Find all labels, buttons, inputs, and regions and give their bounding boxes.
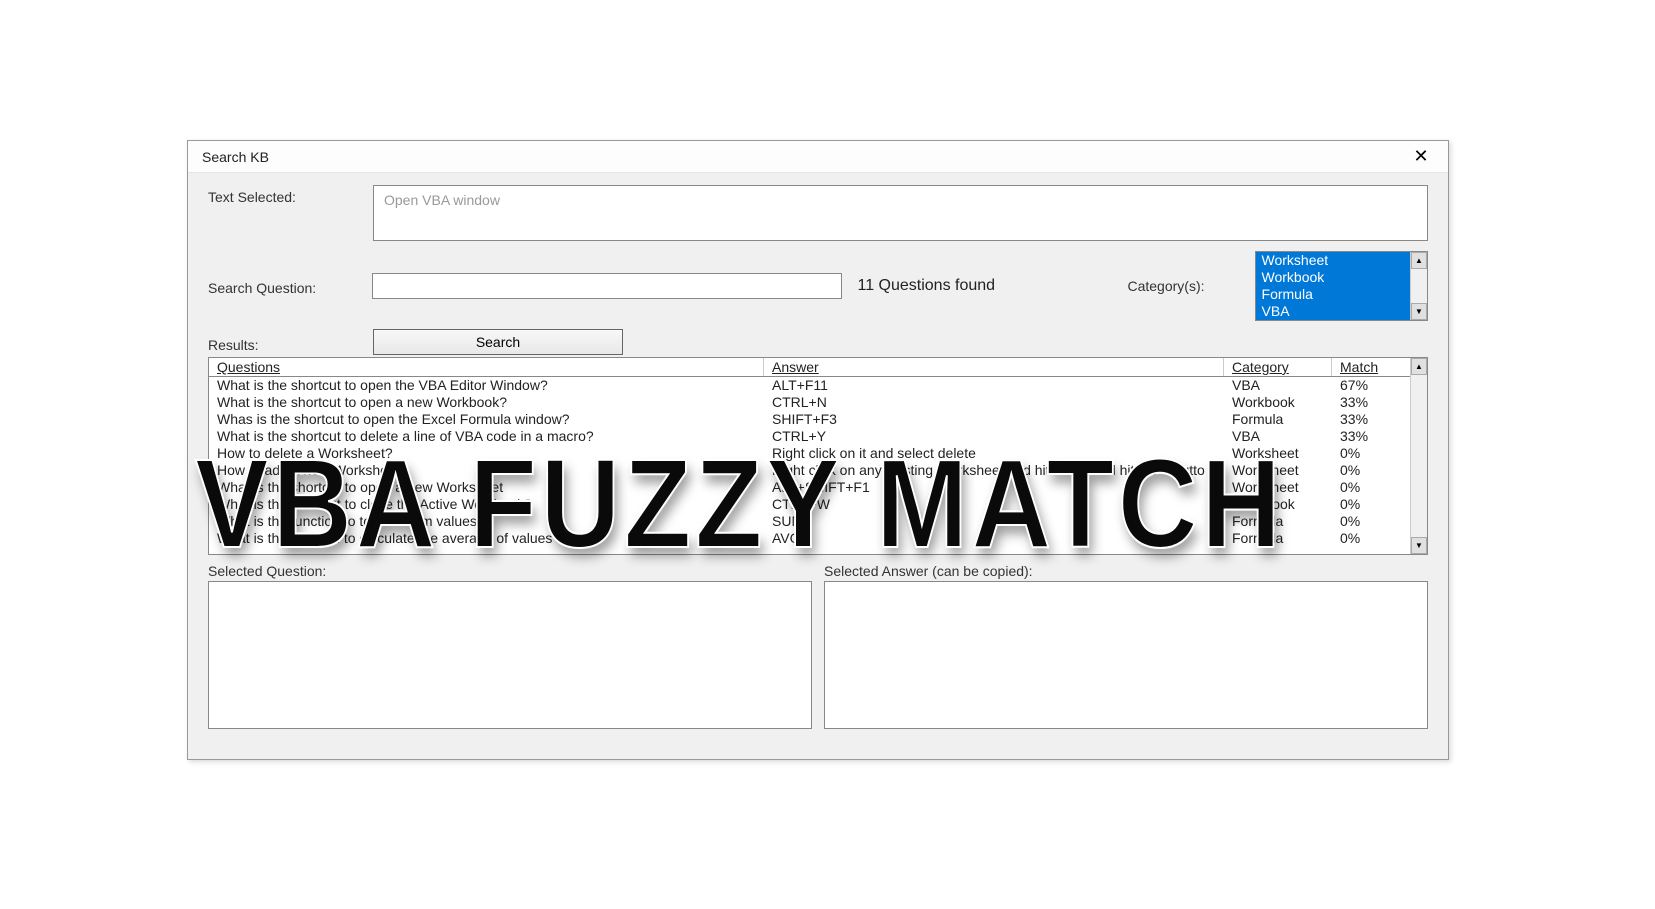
table-cell: 33%	[1332, 428, 1402, 445]
table-cell: Right click on any existing Worksheet an…	[764, 462, 1224, 479]
table-cell: What is the shortcut to delete a line of…	[209, 428, 764, 445]
dialog-title: Search KB	[202, 149, 269, 165]
table-cell: Right click on it and select delete	[764, 445, 1224, 462]
selected-answer-box[interactable]	[824, 581, 1428, 729]
table-row[interactable]: How to delete a Worksheet?Right click on…	[209, 445, 1410, 462]
search-question-label: Search Question:	[208, 276, 372, 296]
table-cell: AVG	[764, 530, 1224, 547]
grid-scrollbar: ▲ ▼	[1410, 358, 1427, 554]
table-cell: SHIFT+F3	[764, 411, 1224, 428]
grid-header: Questions Answer Category Match	[209, 358, 1410, 377]
search-kb-dialog: Search KB ✕ Text Selected: Open VBA wind…	[187, 140, 1449, 760]
table-cell: Worksheet	[1224, 462, 1332, 479]
scroll-up-icon[interactable]: ▲	[1411, 358, 1427, 375]
selected-question-col: Selected Question:	[208, 563, 812, 729]
search-button[interactable]: Search	[373, 329, 623, 355]
table-cell: What is the shortcut to close the Active…	[209, 496, 764, 513]
table-cell: VBA	[1224, 377, 1332, 394]
table-cell: What is the function to calculate the av…	[209, 530, 764, 547]
table-cell: SUM	[764, 513, 1224, 530]
questions-found-text: 11 Questions found	[857, 277, 1127, 295]
search-question-input[interactable]	[372, 273, 843, 299]
table-cell: Formula	[1224, 530, 1332, 547]
table-cell: ALT+F11	[764, 377, 1224, 394]
table-cell: ALT+SHIFT+F1	[764, 479, 1224, 496]
table-cell: Workbook	[1224, 394, 1332, 411]
table-row[interactable]: What is the function to calculate the av…	[209, 530, 1410, 547]
table-cell: 0%	[1332, 462, 1402, 479]
selected-answer-col: Selected Answer (can be copied):	[824, 563, 1428, 729]
table-cell: 0%	[1332, 513, 1402, 530]
table-cell: How to delete a Worksheet?	[209, 445, 764, 462]
dialog-content: Text Selected: Open VBA window Search Qu…	[188, 173, 1448, 739]
category-items: Worksheet Workbook Formula VBA	[1256, 252, 1410, 320]
category-item-worksheet[interactable]: Worksheet	[1256, 252, 1410, 269]
table-cell: VBA	[1224, 428, 1332, 445]
table-row[interactable]: How to add a new Worksheet?Right click o…	[209, 462, 1410, 479]
category-label: Category(s):	[1127, 278, 1204, 294]
category-scrollbar: ▲ ▼	[1410, 252, 1427, 320]
header-category[interactable]: Category	[1224, 358, 1332, 376]
table-cell: CTRL+Y	[764, 428, 1224, 445]
selected-question-box[interactable]	[208, 581, 812, 729]
table-cell: 0%	[1332, 530, 1402, 547]
table-cell: What is the function to total or sum val…	[209, 513, 764, 530]
text-selected-row: Text Selected: Open VBA window	[208, 185, 1428, 241]
scroll-down-icon[interactable]: ▼	[1411, 303, 1427, 320]
text-selected-label: Text Selected:	[208, 185, 373, 205]
grid-rows-container: What is the shortcut to open the VBA Edi…	[209, 377, 1410, 547]
category-listbox[interactable]: Worksheet Workbook Formula VBA ▲ ▼	[1255, 251, 1428, 321]
header-questions[interactable]: Questions	[209, 358, 764, 376]
bottom-row: Selected Question: Selected Answer (can …	[208, 563, 1428, 729]
table-row[interactable]: What is the shortcut to open a new Works…	[209, 479, 1410, 496]
scroll-down-icon[interactable]: ▼	[1411, 537, 1427, 554]
results-grid: Questions Answer Category Match What is …	[208, 357, 1428, 555]
table-cell: How to add a new Worksheet?	[209, 462, 764, 479]
category-item-formula[interactable]: Formula	[1256, 286, 1410, 303]
category-item-vba[interactable]: VBA	[1256, 303, 1410, 320]
table-cell: Worksheet	[1224, 479, 1332, 496]
table-row[interactable]: What is the shortcut to delete a line of…	[209, 428, 1410, 445]
table-cell: 0%	[1332, 479, 1402, 496]
table-cell: 33%	[1332, 394, 1402, 411]
table-row[interactable]: What is the function to total or sum val…	[209, 513, 1410, 530]
table-cell: Formula	[1224, 513, 1332, 530]
table-cell: CTRL+N	[764, 394, 1224, 411]
table-row[interactable]: What is the shortcut to close the Active…	[209, 496, 1410, 513]
search-question-row: Search Question: 11 Questions found Cate…	[208, 251, 1428, 321]
table-cell: Formula	[1224, 411, 1332, 428]
table-cell: What is the shortcut to open a new Workb…	[209, 394, 764, 411]
table-row[interactable]: Whas is the shortcut to open the Excel F…	[209, 411, 1410, 428]
table-row[interactable]: What is the shortcut to open a new Workb…	[209, 394, 1410, 411]
table-cell: 0%	[1332, 496, 1402, 513]
table-cell: What is the shortcut to open the VBA Edi…	[209, 377, 764, 394]
table-cell: What is the shortcut to open a new Works…	[209, 479, 764, 496]
grid-body: Questions Answer Category Match What is …	[209, 358, 1410, 554]
table-cell: 33%	[1332, 411, 1402, 428]
table-cell: Workbook	[1224, 496, 1332, 513]
close-button[interactable]: ✕	[1406, 145, 1436, 169]
scroll-up-icon[interactable]: ▲	[1411, 252, 1427, 269]
table-cell: 0%	[1332, 445, 1402, 462]
header-answer[interactable]: Answer	[764, 358, 1224, 376]
table-cell: Worksheet	[1224, 445, 1332, 462]
table-row[interactable]: What is the shortcut to open the VBA Edi…	[209, 377, 1410, 394]
text-selected-box[interactable]: Open VBA window	[373, 185, 1428, 241]
category-item-workbook[interactable]: Workbook	[1256, 269, 1410, 286]
table-cell: CTRL+W	[764, 496, 1224, 513]
table-cell: 67%	[1332, 377, 1402, 394]
table-cell: Whas is the shortcut to open the Excel F…	[209, 411, 764, 428]
selected-answer-label: Selected Answer (can be copied):	[824, 563, 1428, 579]
selected-question-label: Selected Question:	[208, 563, 812, 579]
header-match[interactable]: Match	[1332, 358, 1402, 376]
titlebar: Search KB ✕	[188, 141, 1448, 173]
